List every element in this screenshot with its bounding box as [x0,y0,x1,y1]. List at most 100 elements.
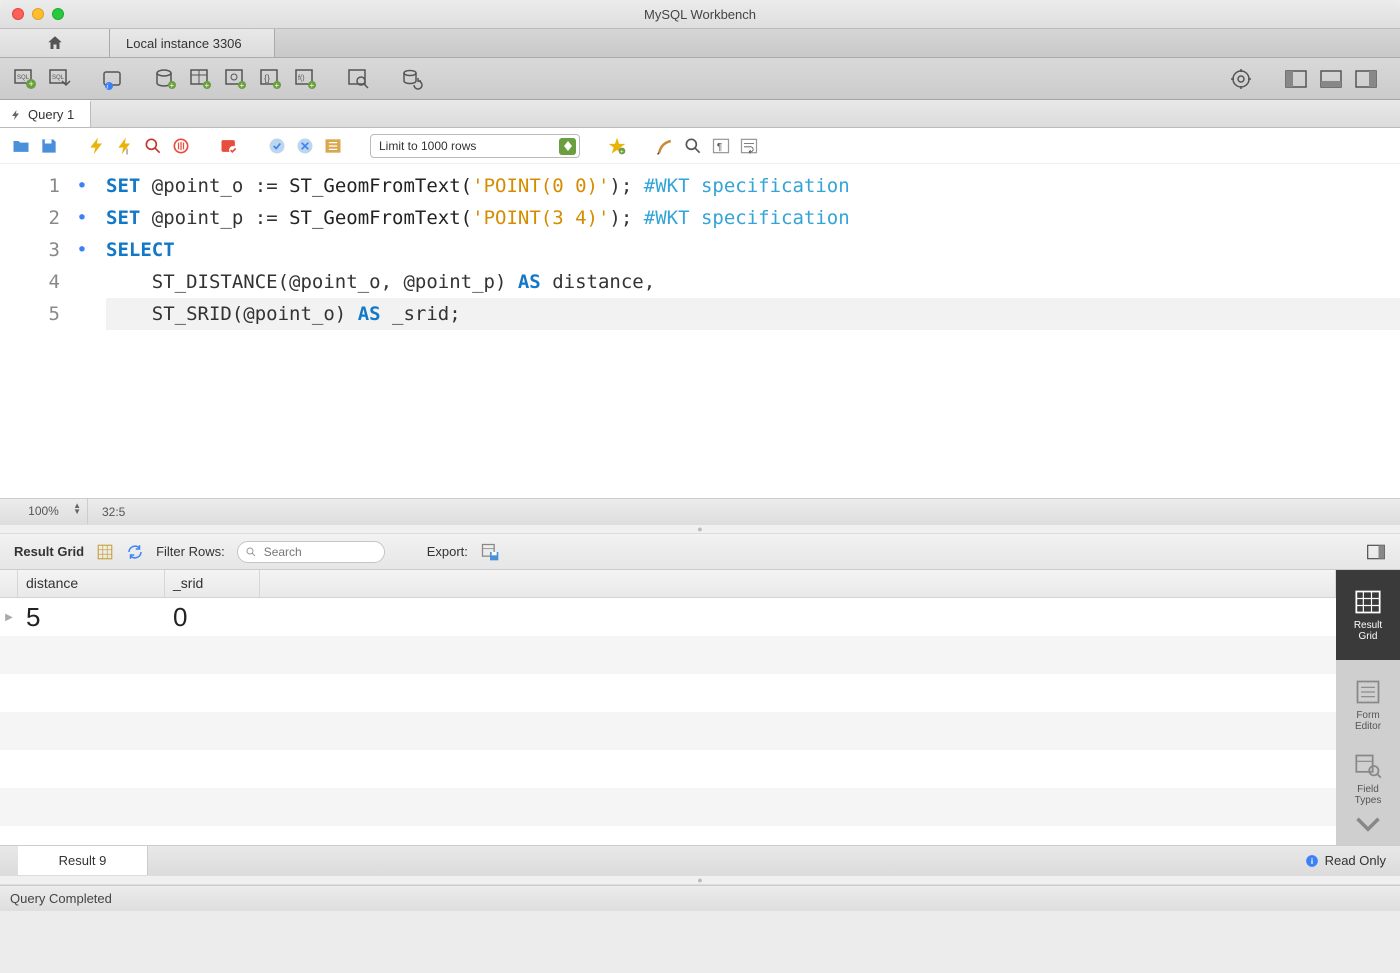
snippet-button[interactable]: + [606,135,628,157]
open-sql-button[interactable]: SQL [47,66,73,92]
connection-tabbar: Local instance 3306 [0,28,1400,58]
find-button[interactable] [682,135,704,157]
result-area: distance _srid ▶ 5 0 Result Grid Form Ed… [0,570,1400,845]
create-view-button[interactable]: + [223,66,249,92]
execute-button[interactable] [86,135,108,157]
export-label: Export: [427,544,468,559]
data-row[interactable]: ▶ 5 0 [0,598,1336,636]
result-side-tabs: Result Grid Form Editor Field Types [1336,570,1400,845]
side-tab-field-types[interactable]: Field Types [1336,750,1400,840]
refresh-icon[interactable] [126,543,144,561]
svg-text:{}: {} [264,73,270,83]
chevron-updown-icon [559,138,576,155]
code-editor[interactable]: 1 2 3 4 5 ••• SET @point_o := ST_GeomFro… [0,164,1400,498]
filter-rows-label: Filter Rows: [156,544,225,559]
maximize-window-button[interactable] [52,8,64,20]
svg-text:+: + [620,148,624,155]
panel-right-button[interactable] [1353,66,1379,92]
toggle-autocommit-button[interactable] [218,135,240,157]
column-header-srid[interactable]: _srid [165,570,260,597]
window-title: MySQL Workbench [644,7,756,22]
create-schema-button[interactable]: + [153,66,179,92]
open-file-button[interactable] [10,135,32,157]
svg-text:+: + [310,81,315,90]
result-toolbar: Result Grid Filter Rows: Export: [0,534,1400,570]
svg-text:SQL: SQL [52,75,65,81]
query-tabbar: Query 1 [0,100,1400,128]
explain-button[interactable] [142,135,164,157]
svg-text:+: + [205,81,210,90]
titlebar: MySQL Workbench [0,0,1400,28]
grid-icon[interactable] [96,543,114,561]
field-types-icon [1354,752,1382,780]
create-table-button[interactable]: + [188,66,214,92]
zoom-level[interactable]: 100%▲▼ [0,499,88,524]
status-text: Query Completed [10,891,112,906]
panel-left-button[interactable] [1283,66,1309,92]
svg-text:+: + [29,79,34,89]
row-limit-label: Limit to 1000 rows [379,139,476,153]
word-wrap-button[interactable] [738,135,760,157]
result-tabbar: Result 9 i Read Only [0,845,1400,875]
panel-toggle-icon[interactable] [1366,542,1386,562]
stop-button[interactable] [170,135,192,157]
home-tab[interactable] [0,29,110,57]
column-header-distance[interactable]: distance [18,570,165,597]
line-gutter: 1 2 3 4 5 [0,170,66,498]
query-tab-label: Query 1 [28,107,74,122]
row-limit-select[interactable]: Limit to 1000 rows [370,134,580,158]
cursor-position: 32:5 [88,505,139,519]
chevron-down-icon [1354,810,1382,838]
cell-distance[interactable]: 5 [18,602,165,633]
result-tab[interactable]: Result 9 [18,846,148,875]
preferences-button[interactable] [1228,66,1254,92]
svg-text:+: + [240,81,245,90]
editor-toolbar: I Limit to 1000 rows + ¶ [0,128,1400,164]
side-tab-form-editor[interactable]: Form Editor [1336,660,1400,750]
query-tab[interactable]: Query 1 [0,100,91,127]
readonly-indicator: i Read Only [1291,846,1400,875]
close-window-button[interactable] [12,8,24,20]
svg-text:+: + [275,81,280,90]
main-toolbar: SQL+ SQL i + + + {} + f() + [0,58,1400,100]
lightning-icon [10,109,22,121]
search-table-data-button[interactable] [346,66,372,92]
result-grid[interactable]: distance _srid ▶ 5 0 [0,570,1336,845]
inspector-button[interactable]: i [100,66,126,92]
minimize-window-button[interactable] [32,8,44,20]
grid-header: distance _srid [0,570,1336,598]
sql-editor: I Limit to 1000 rows + ¶ 1 2 3 4 [0,128,1400,524]
toggle-limit-button[interactable] [322,135,344,157]
result-grid-label: Result Grid [14,544,84,559]
export-icon[interactable] [480,542,500,562]
commit-button[interactable] [266,135,288,157]
svg-text:+: + [170,81,175,90]
create-procedure-button[interactable]: {} + [258,66,284,92]
beautify-button[interactable] [654,135,676,157]
panel-bottom-button[interactable] [1318,66,1344,92]
window-controls [12,8,64,20]
home-icon [46,34,64,52]
svg-text:i: i [1310,856,1312,865]
row-marker-icon: ▶ [0,612,18,623]
new-sql-tab-button[interactable]: SQL+ [12,66,38,92]
filter-rows-input[interactable] [237,541,385,563]
breakpoint-gutter: ••• [66,170,98,498]
code-body[interactable]: SET @point_o := ST_GeomFromText('POINT(0… [98,170,1400,498]
create-function-button[interactable]: f() + [293,66,319,92]
rollback-button[interactable] [294,135,316,157]
reconnect-button[interactable] [399,66,425,92]
horizontal-splitter-2[interactable]: ● [0,875,1400,885]
execute-current-button[interactable]: I [114,135,136,157]
svg-text:I: I [126,146,128,156]
search-icon [245,546,257,558]
svg-text:f(): f() [298,75,305,82]
invisible-chars-button[interactable]: ¶ [710,135,732,157]
save-file-button[interactable] [38,135,60,157]
svg-text:¶: ¶ [717,142,722,153]
side-tab-result-grid[interactable]: Result Grid [1336,570,1400,660]
connection-tab[interactable]: Local instance 3306 [110,29,275,57]
form-editor-icon [1354,678,1382,706]
horizontal-splitter[interactable]: ● [0,524,1400,534]
cell-srid[interactable]: 0 [165,602,260,633]
